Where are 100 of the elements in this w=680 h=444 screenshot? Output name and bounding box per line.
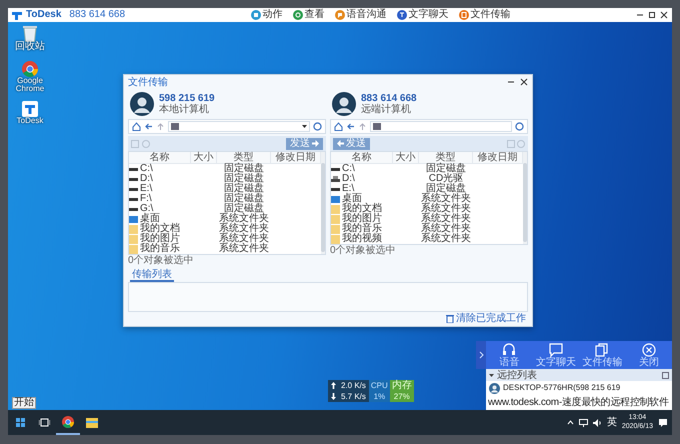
scrollbar-thumb[interactable] xyxy=(321,163,325,252)
file-name: 我的图片 xyxy=(140,234,180,244)
input-language[interactable]: 英 xyxy=(606,415,617,430)
clear-completed-link[interactable]: 清除已完成工作 xyxy=(446,313,526,324)
file-name: 我的音乐 xyxy=(342,224,382,234)
back-arrow-icon[interactable] xyxy=(144,122,153,131)
file-row[interactable]: D:\ 固定磁盘 xyxy=(129,174,321,184)
file-row[interactable]: 桌面 系统文件夹 xyxy=(129,214,321,224)
panel-action-button[interactable]: 语音 xyxy=(486,341,532,369)
folder-icon[interactable] xyxy=(86,418,98,428)
file-type: 固定磁盘 xyxy=(426,184,466,194)
down-arrow-icon xyxy=(331,393,336,400)
memory-reading: 27% xyxy=(392,391,411,402)
column-header[interactable]: 名称 xyxy=(129,152,191,163)
file-row[interactable]: 我的视频 系统文件夹 xyxy=(331,234,523,244)
start-tooltip: 开始 xyxy=(12,397,36,409)
path-field[interactable] xyxy=(370,121,512,132)
computer-label: 远端计算机 xyxy=(361,104,412,115)
avatar-icon xyxy=(332,92,356,116)
slogan-text: www.todesk.com-速度最快的远程控制软件 xyxy=(487,396,670,410)
desktop-shortcut[interactable]: Google Chrome xyxy=(12,60,48,94)
speed-reading: 5.7 K/s xyxy=(341,391,366,402)
home-icon[interactable] xyxy=(132,122,141,131)
file-row[interactable]: 我的文档 系统文件夹 xyxy=(331,204,523,214)
file-row[interactable]: C:\ 固定磁盘 xyxy=(129,164,321,174)
up-arrow-icon xyxy=(331,382,336,389)
logo-icon xyxy=(12,10,22,20)
scrollbar-thumb[interactable] xyxy=(523,163,527,242)
file-row[interactable]: C:\ 固定磁盘 xyxy=(331,164,523,174)
file-type: 系统文件夹 xyxy=(420,234,472,244)
home-icon[interactable] xyxy=(334,122,343,131)
close-icon[interactable] xyxy=(520,78,528,86)
close-icon xyxy=(642,342,656,356)
file-name: D:\ xyxy=(342,174,355,184)
file-row[interactable]: 我的图片 系统文件夹 xyxy=(331,214,523,224)
computer-id: 883 614 668 xyxy=(361,93,417,104)
file-name: F:\ xyxy=(140,194,152,204)
panel-action-button[interactable]: 关闭 xyxy=(626,341,672,369)
file-row[interactable]: G:\ 固定磁盘 xyxy=(129,204,321,214)
file-row[interactable]: E:\ 固定磁盘 xyxy=(331,184,523,194)
device-id: 883 614 668 xyxy=(69,10,126,20)
folder-icon xyxy=(373,123,381,130)
toolbar-button[interactable]: 语音沟通 xyxy=(334,10,386,20)
path-field[interactable] xyxy=(168,121,310,132)
back-arrow-icon[interactable] xyxy=(346,122,355,131)
panel-title: 远控列表 xyxy=(497,368,538,382)
monitor-icon xyxy=(129,214,138,224)
expand-caret-icon[interactable] xyxy=(489,372,494,378)
remote-device-item[interactable]: DESKTOP-5776HR(598 215 619 xyxy=(486,381,672,395)
left-arrow-icon xyxy=(337,140,344,147)
file-type: 固定磁盘 xyxy=(223,164,265,174)
desktop-shortcut[interactable]: ToDesk xyxy=(16,101,44,126)
file-type: 系统文件夹 xyxy=(218,234,270,244)
caret-icon xyxy=(302,125,307,128)
file-row[interactable]: D:\ CD光驱 xyxy=(331,174,523,184)
file-type: 系统文件夹 xyxy=(420,224,472,234)
panel-action-button[interactable]: 文字聊天 xyxy=(532,341,579,369)
trash-icon xyxy=(446,314,454,323)
file-row[interactable]: 我的文档 系统文件夹 xyxy=(129,224,321,234)
file-row[interactable]: 我的图片 系统文件夹 xyxy=(129,234,321,244)
toolbar-button[interactable]: 查看 xyxy=(292,10,324,20)
headset-icon xyxy=(502,342,516,356)
toolbar-button[interactable]: 动作 xyxy=(250,10,282,20)
cpu-reading: 1% xyxy=(372,391,386,402)
file-row[interactable]: E:\ 固定磁盘 xyxy=(129,184,321,194)
app-name: ToDesk xyxy=(26,10,62,20)
file-name: C:\ xyxy=(140,164,153,174)
desktop-shortcut[interactable]: 回收站 xyxy=(15,24,45,52)
chevron-right-icon[interactable] xyxy=(478,351,484,359)
speaker-icon[interactable] xyxy=(592,418,602,426)
computer-id: 598 215 619 xyxy=(159,93,215,104)
column-header[interactable]: 类型 xyxy=(217,152,271,163)
close-icon[interactable] xyxy=(660,11,668,19)
avatar-icon xyxy=(489,382,500,394)
chevron-up-icon[interactable] xyxy=(566,420,574,425)
disc-drive-icon xyxy=(331,174,340,184)
avatar-icon xyxy=(130,92,154,116)
file-type: 固定磁盘 xyxy=(223,184,265,194)
file-type: 系统文件夹 xyxy=(420,194,472,204)
column-header[interactable]: 名称 xyxy=(331,152,393,163)
panel-action-button[interactable]: 文件传输 xyxy=(579,341,626,369)
file-type: CD光驱 xyxy=(428,174,464,184)
toolbar-button[interactable]: 文件传输 xyxy=(458,10,510,20)
column-header[interactable]: 大小 xyxy=(393,152,419,163)
maximize-icon[interactable] xyxy=(648,11,656,19)
chrome-icon[interactable] xyxy=(62,416,74,428)
file-row[interactable]: 我的音乐 系统文件夹 xyxy=(129,244,321,254)
file-row[interactable]: 我的音乐 系统文件夹 xyxy=(331,224,523,234)
app-icon xyxy=(22,101,38,118)
file-type: 系统文件夹 xyxy=(420,204,472,214)
column-header[interactable]: 大小 xyxy=(191,152,217,163)
task-view-icon[interactable] xyxy=(38,418,50,427)
windows-logo-icon[interactable] xyxy=(16,418,24,427)
toolbar-button[interactable]: 文字聊天 xyxy=(396,10,448,20)
computer-label: 本地计算机 xyxy=(159,104,210,115)
file-row[interactable]: F:\ 固定磁盘 xyxy=(129,194,321,204)
file-type: 固定磁盘 xyxy=(425,164,467,174)
file-name: 我的音乐 xyxy=(140,244,180,254)
column-header[interactable]: 类型 xyxy=(419,152,473,163)
file-row[interactable]: 桌面 系统文件夹 xyxy=(331,194,523,204)
